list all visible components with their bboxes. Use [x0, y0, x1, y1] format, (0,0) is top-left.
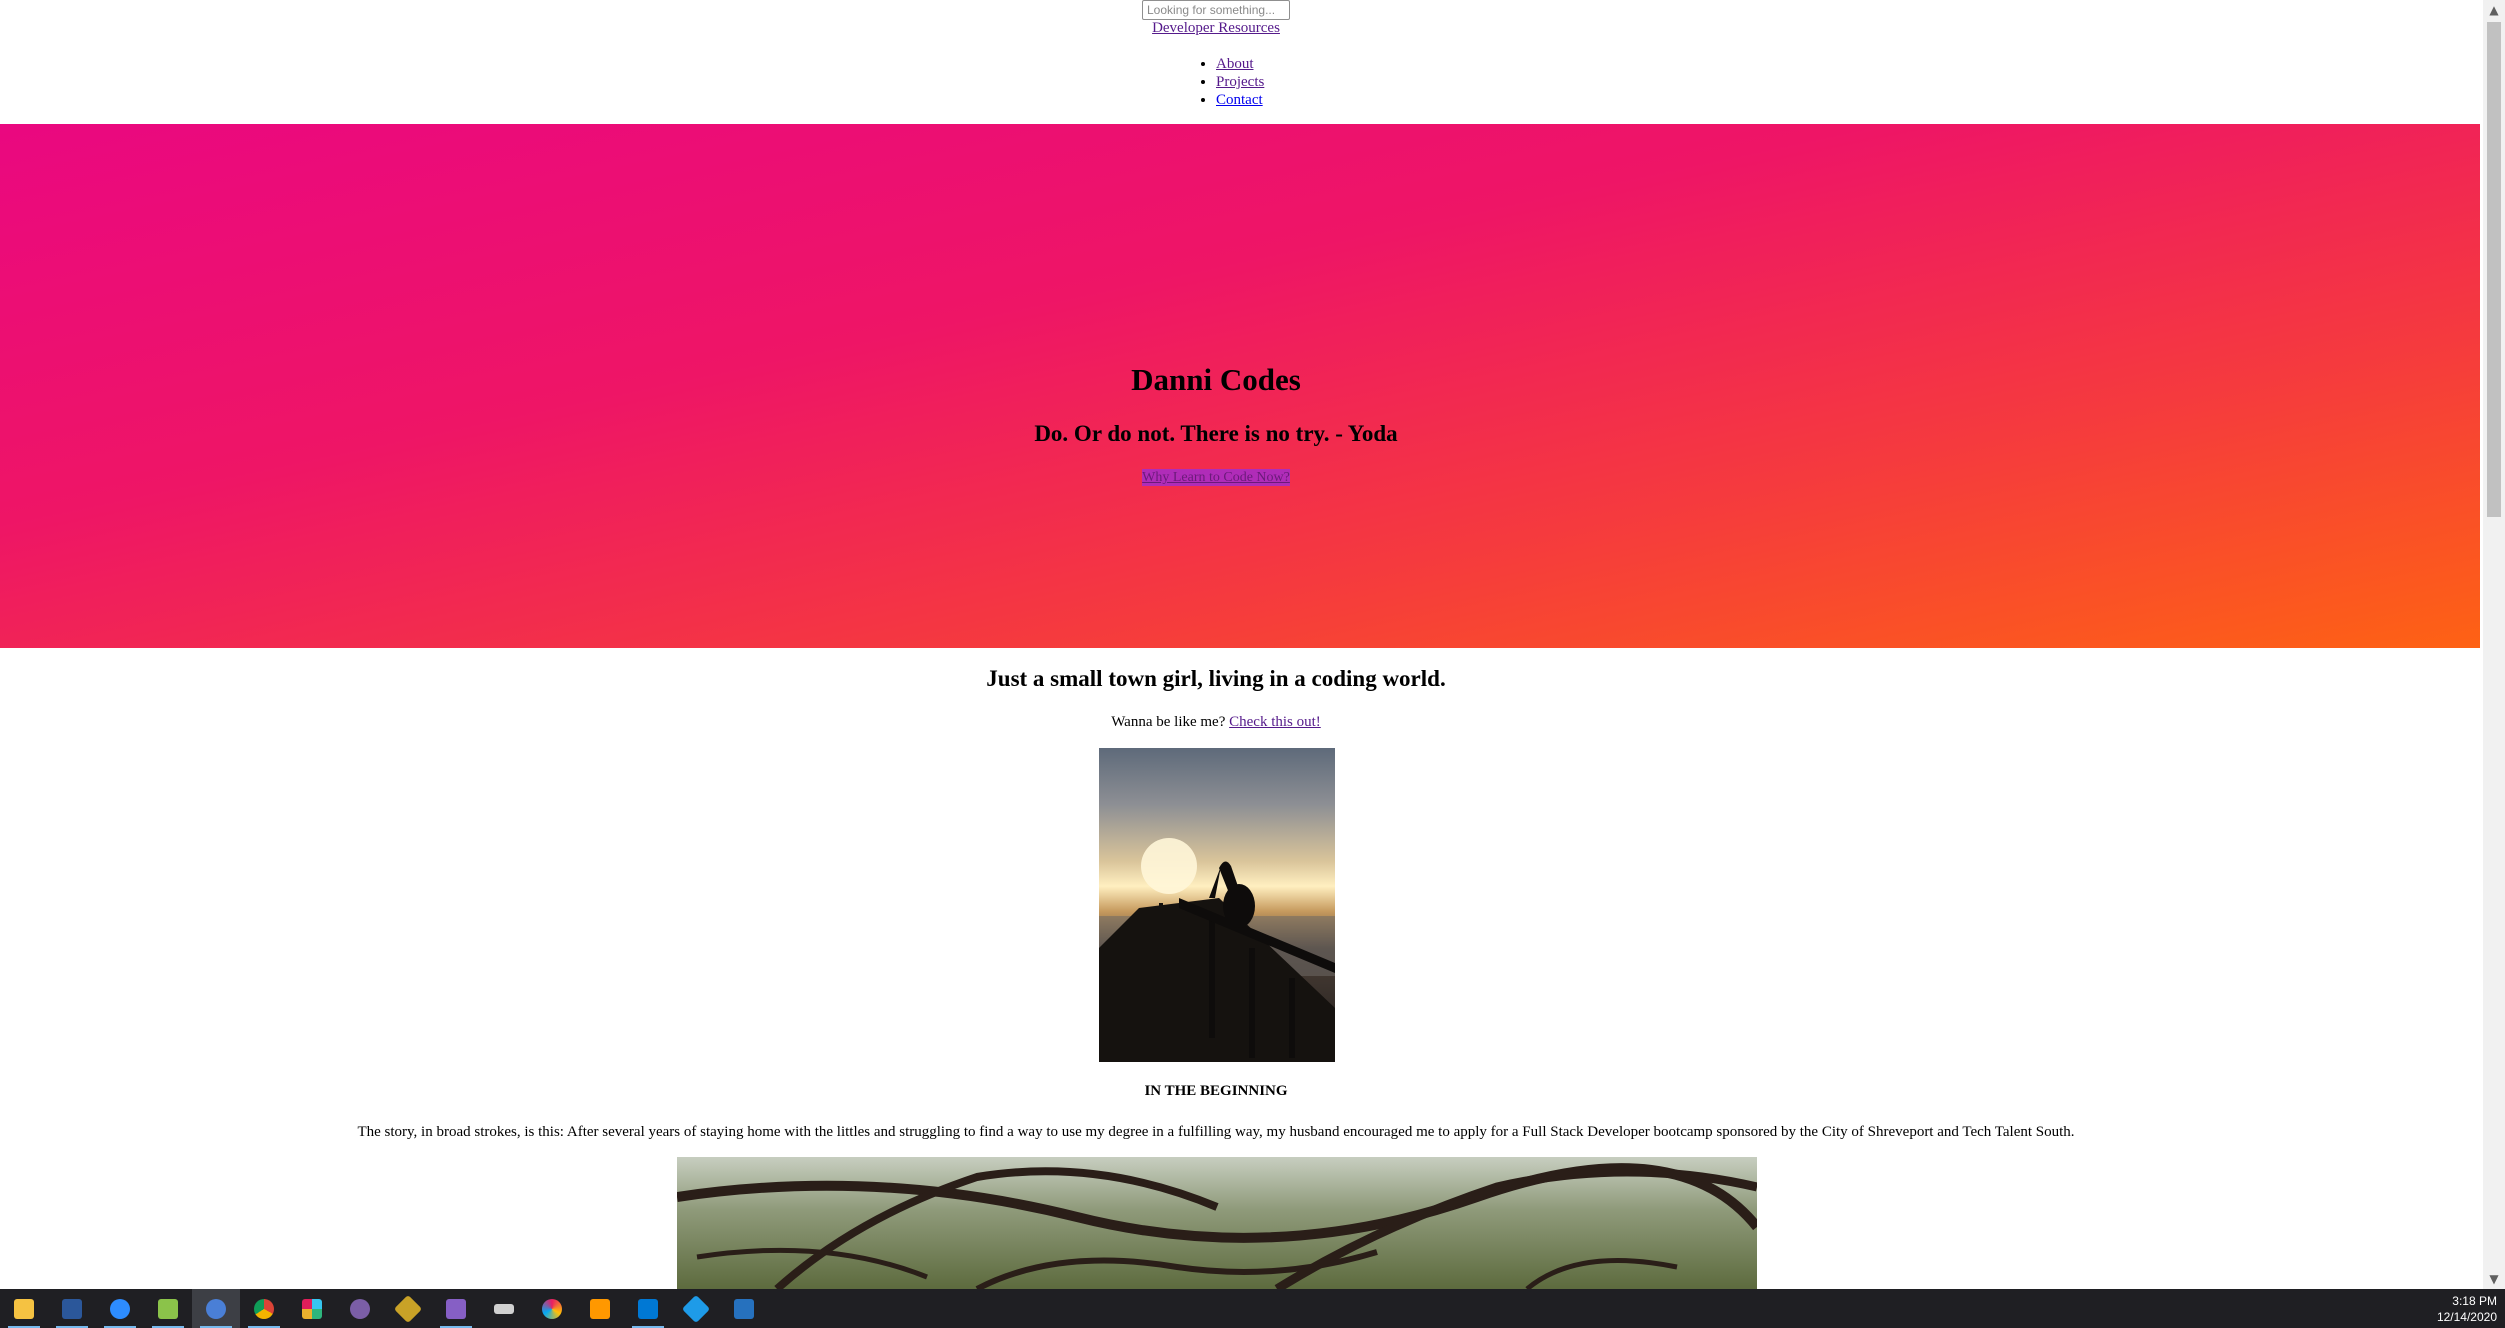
developer-resources-link[interactable]: Developer Resources [1152, 20, 1280, 36]
intro-cta-text: Wanna be like me? [1111, 714, 1226, 730]
main-nav: About Projects Contact [1196, 55, 1264, 109]
chrome-icon[interactable] [240, 1289, 288, 1328]
vscode-icon[interactable] [624, 1289, 672, 1328]
intro-cta-line: Wanna be like me? Check this out! [0, 714, 2432, 731]
nav-item-contact: Contact [1216, 91, 1264, 109]
hero-quote: Do. Or do not. There is no try. - Yoda [1034, 421, 1398, 446]
clock-time: 3:18 PM [2452, 1294, 2497, 1308]
git-kraken-icon[interactable] [384, 1289, 432, 1328]
section-title-beginning: IN THE BEGINNING [1144, 1083, 1288, 1099]
firefox-icon[interactable] [192, 1289, 240, 1328]
site-title: Danni Codes [1131, 362, 1301, 397]
zoom-icon[interactable] [96, 1289, 144, 1328]
dev-resources-row: Developer Resources [0, 20, 2432, 37]
system-clock[interactable]: 3:18 PM 12/14/2020 [2437, 1293, 2497, 1325]
word-icon[interactable] [48, 1289, 96, 1328]
search-input[interactable] [1142, 0, 1290, 20]
vertical-scrollbar[interactable]: ▲ ▼ [2483, 0, 2505, 1289]
browser-viewport: Developer Resources About Projects Conta… [0, 0, 2483, 1289]
keyboard-tool-icon[interactable] [480, 1289, 528, 1328]
cta-row: Why Learn to Code Now? [0, 468, 2432, 486]
sublime-text-icon[interactable] [576, 1289, 624, 1328]
windows-taskbar: 3:18 PM 12/14/2020 [0, 1289, 2505, 1328]
oak-tree-photo [677, 1157, 1757, 1289]
slack-icon[interactable] [288, 1289, 336, 1328]
git-icon[interactable] [672, 1289, 720, 1328]
nav-link-contact[interactable]: Contact [1216, 92, 1263, 108]
powershell-icon[interactable] [720, 1289, 768, 1328]
zoom-chat-icon[interactable] [336, 1289, 384, 1328]
spreadsheet-icon[interactable] [144, 1289, 192, 1328]
scrollbar-thumb[interactable] [2487, 22, 2501, 517]
nav-item-projects: Projects [1216, 73, 1264, 91]
story-paragraph: The story, in broad strokes, is this: Af… [357, 1124, 2075, 1140]
clock-date: 12/14/2020 [2436, 1310, 2497, 1324]
intro-tagline: Just a small town girl, living in a codi… [986, 666, 1446, 691]
nav-item-about: About [1216, 55, 1264, 73]
scroll-up-icon[interactable]: ▲ [2483, 0, 2505, 20]
search-box[interactable] [1142, 0, 1290, 20]
hero-banner: Danni Codes Do. Or do not. There is no t… [0, 124, 2480, 648]
nav-link-about[interactable]: About [1216, 56, 1254, 72]
tree-branches [677, 1163, 1757, 1289]
visual-studio-icon[interactable] [432, 1289, 480, 1328]
paint-icon[interactable] [528, 1289, 576, 1328]
check-this-out-link[interactable]: Check this out! [1229, 714, 1321, 730]
file-explorer-icon[interactable] [0, 1289, 48, 1328]
pelican-sunset-photo [1099, 748, 1335, 1062]
why-learn-code-link[interactable]: Why Learn to Code Now? [1142, 469, 1290, 486]
nav-link-projects[interactable]: Projects [1216, 74, 1264, 90]
pelican-silhouette [1099, 838, 1335, 1062]
scroll-down-icon[interactable]: ▼ [2483, 1269, 2505, 1289]
